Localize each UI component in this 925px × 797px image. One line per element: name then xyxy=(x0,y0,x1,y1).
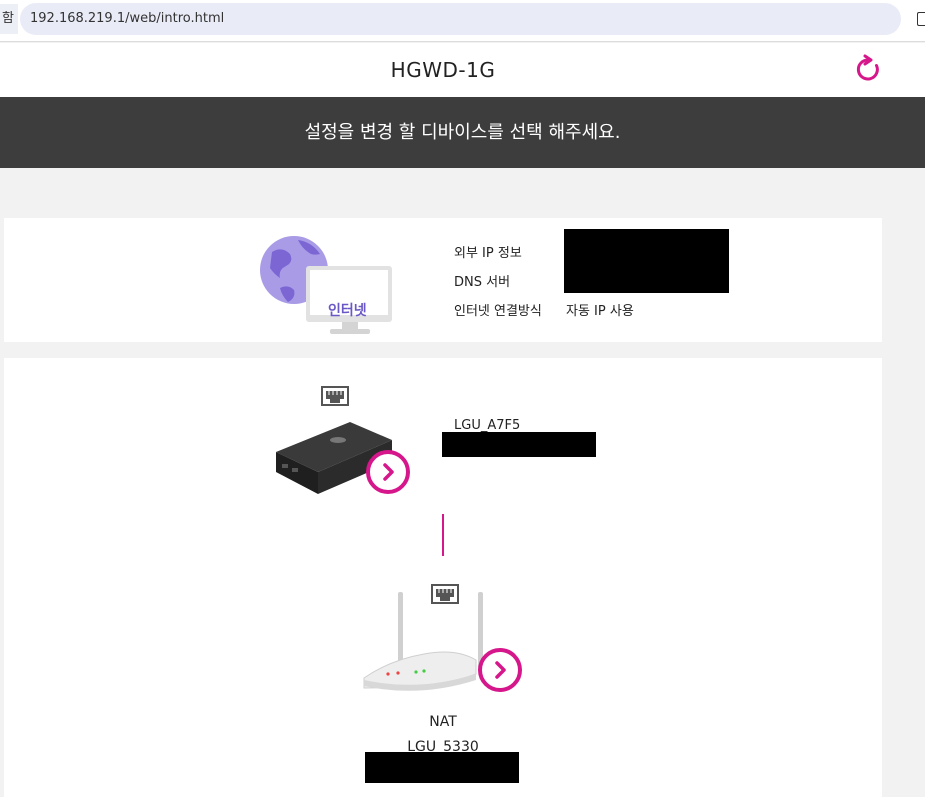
internet-card[interactable]: 인터넷 외부 IP 정보 DNS 서버 인터넷 연결방식 자동 IP 사용 xyxy=(4,218,882,342)
dns-label: DNS 서버 xyxy=(454,275,511,290)
devices-card: LGU_A7F5 NAT LGU_5330 xyxy=(4,358,882,797)
connection-type-value: 자동 IP 사용 xyxy=(566,304,634,319)
redacted-ip-dns xyxy=(564,229,729,293)
modem-details-button[interactable] xyxy=(366,450,410,494)
page-header: HGWD-1G xyxy=(0,43,925,97)
connection-type-label: 인터넷 연결방식 xyxy=(454,304,542,319)
internet-icon: 인터넷 xyxy=(258,232,398,337)
browser-toolbar: 함 192.168.219.1/web/intro.html xyxy=(0,0,925,42)
external-ip-label: 외부 IP 정보 xyxy=(454,246,522,261)
ethernet-port-icon xyxy=(321,386,349,408)
internet-icon-label: 인터넷 xyxy=(328,303,367,319)
redacted-router-info xyxy=(365,752,519,783)
address-prefix: 함 xyxy=(0,4,18,34)
address-bar[interactable]: 192.168.219.1/web/intro.html xyxy=(20,3,901,35)
redacted-modem-info xyxy=(442,432,596,457)
refresh-icon[interactable] xyxy=(852,53,884,85)
instruction-banner: 설정을 변경 할 디바이스를 선택 해주세요. xyxy=(0,97,925,168)
sidebar-toggle-icon[interactable] xyxy=(917,12,925,26)
connection-line xyxy=(442,514,444,556)
router-mode: NAT xyxy=(429,714,457,730)
modem-name: LGU_A7F5 xyxy=(454,418,521,433)
router-details-button[interactable] xyxy=(478,648,522,692)
router-device-image[interactable] xyxy=(360,588,490,698)
page-title: HGWD-1G xyxy=(390,58,496,82)
